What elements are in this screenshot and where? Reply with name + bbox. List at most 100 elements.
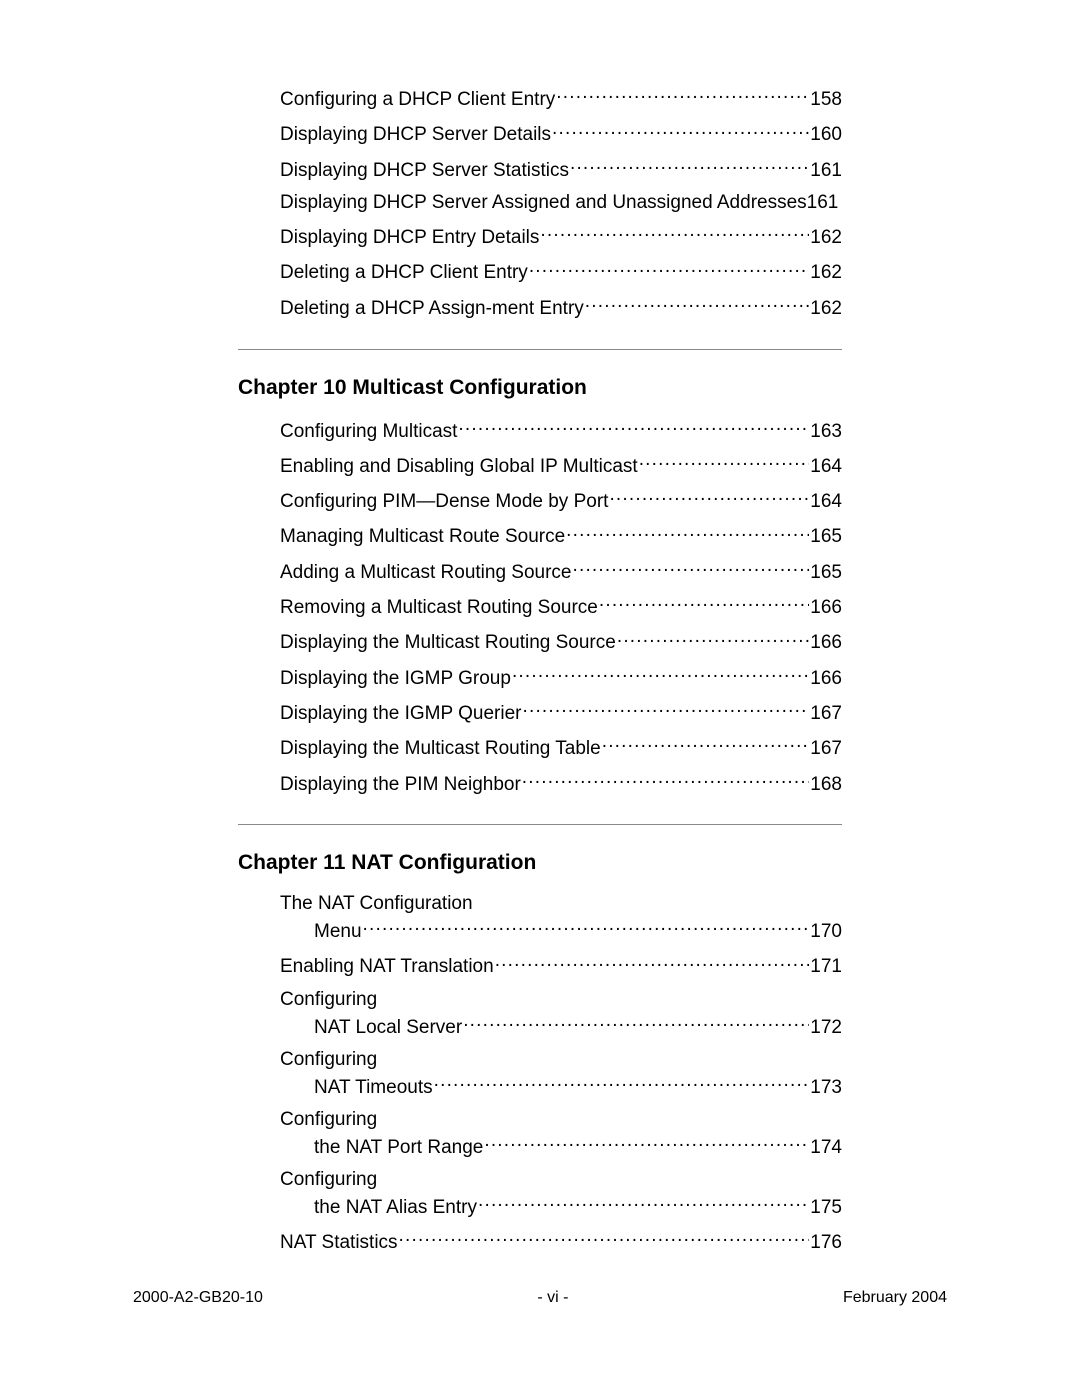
toc-label: Displaying the IGMP Querier <box>280 703 521 726</box>
toc-entry: Configuring NAT Timeouts173 <box>280 1049 842 1100</box>
toc-entry: Configuring the NAT Port Range 174 <box>280 1109 842 1160</box>
toc-label: Displaying DHCP Entry Details <box>280 227 539 250</box>
toc-page: 167 <box>810 738 842 761</box>
toc-entry: Deleting a DHCP Client Entry 162 <box>280 259 842 285</box>
toc-page: 158 <box>810 89 842 112</box>
toc-entry: NAT Statistics 176 <box>280 1229 842 1255</box>
toc-entry: Displaying DHCP Server Statistics 161 <box>280 157 842 183</box>
toc-page: 170 <box>810 921 842 944</box>
toc-entry: Configuring the NAT Alias Entry175 <box>280 1169 842 1220</box>
toc-block-ch10: Configuring Multicast 163 Enabling and Di… <box>280 418 842 797</box>
toc-entry: Configuring Multicast 163 <box>280 418 842 444</box>
toc-entry: The NAT Configuration Menu 170 <box>280 893 842 944</box>
toc-entry: Configuring NAT Local Server172 <box>280 989 842 1040</box>
toc-entry: Enabling NAT Translation 171 <box>280 953 842 979</box>
leader-dots <box>434 1074 810 1093</box>
toc-label: Configuring Multicast <box>280 421 457 444</box>
toc-label: Configuring a DHCP Client Entry <box>280 89 555 112</box>
leader-dots <box>570 157 809 176</box>
toc-label: Deleting a DHCP Assign-ment Entry <box>280 298 584 321</box>
toc-page: 172 <box>810 1017 842 1040</box>
leader-dots <box>478 1194 809 1213</box>
toc-entry: Removing a Multicast Routing Source 166 <box>280 594 842 620</box>
toc-page: 176 <box>810 1232 842 1255</box>
toc-page: 165 <box>810 562 842 585</box>
toc-entry: Displaying the PIM Neighbor 168 <box>280 771 842 797</box>
divider <box>238 824 842 825</box>
toc-page: 163 <box>810 421 842 444</box>
leader-dots <box>639 453 810 472</box>
toc-label: Configuring PIM—Dense Mode by Port <box>280 491 608 514</box>
toc-entry: Configuring PIM—Dense Mode by Port 164 <box>280 488 842 514</box>
toc-page: 173 <box>810 1077 842 1100</box>
toc-entry: Deleting a DHCP Assign-ment Entry 162 <box>280 295 842 321</box>
toc-content: Configuring a DHCP Client Entry 158 Disp… <box>238 86 842 1264</box>
toc-label: Displaying DHCP Server Assigned and Unas… <box>280 192 807 215</box>
leader-dots <box>495 953 810 972</box>
toc-label-cont: NAT Timeouts <box>314 1077 433 1100</box>
toc-page: 164 <box>810 456 842 479</box>
divider <box>238 349 842 350</box>
toc-entry: Displaying DHCP Entry Details 162 <box>280 224 842 250</box>
leader-dots <box>552 121 809 140</box>
toc-entry: Displaying the Multicast Routing Table 16… <box>280 735 842 761</box>
leader-dots <box>522 771 810 790</box>
toc-page: 161 <box>807 192 839 215</box>
toc-label-cont: the NAT Port Range <box>314 1137 483 1160</box>
toc-label-cont: NAT Local Server <box>314 1017 462 1040</box>
leader-dots <box>540 224 809 243</box>
toc-label-cont: Menu <box>314 921 362 944</box>
toc-entry: Displaying the IGMP Querier 167 <box>280 700 842 726</box>
toc-block-ch11: The NAT Configuration Menu 170 Enabling … <box>280 893 842 1255</box>
leader-dots <box>458 418 809 437</box>
toc-entry: Configuring a DHCP Client Entry 158 <box>280 86 842 112</box>
leader-dots <box>529 259 809 278</box>
leader-dots <box>484 1134 809 1153</box>
toc-page: 164 <box>810 491 842 514</box>
toc-page: 162 <box>810 262 842 285</box>
toc-label: Enabling NAT Translation <box>280 956 494 979</box>
toc-page: 166 <box>810 597 842 620</box>
toc-label: Configuring <box>280 1109 842 1132</box>
toc-page: 174 <box>810 1137 842 1160</box>
leader-dots <box>363 918 810 937</box>
toc-page: 171 <box>810 956 842 979</box>
toc-label: Displaying the Multicast Routing Source <box>280 632 616 655</box>
toc-label: Managing Multicast Route Source <box>280 526 565 549</box>
toc-label: Adding a Multicast Routing Source <box>280 562 572 585</box>
leader-dots <box>573 559 810 578</box>
leader-dots <box>602 735 810 754</box>
toc-label-cont: the NAT Alias Entry <box>314 1197 477 1220</box>
toc-page: 162 <box>810 227 842 250</box>
toc-label: Displaying the PIM Neighbor <box>280 774 521 797</box>
chapter-10-title: Chapter 10 Multicast Configuration <box>238 376 842 400</box>
toc-label: Configuring <box>280 1169 842 1192</box>
toc-entry: Displaying DHCP Server Details 160 <box>280 121 842 147</box>
toc-entry: Displaying DHCP Server Assigned and Unas… <box>280 192 842 215</box>
toc-entry: Displaying the IGMP Group 166 <box>280 665 842 691</box>
chapter-11-title: Chapter 11 NAT Configuration <box>238 851 842 875</box>
toc-page: 160 <box>810 124 842 147</box>
toc-label: Displaying the Multicast Routing Table <box>280 738 601 761</box>
toc-page: 166 <box>810 668 842 691</box>
toc-page: 168 <box>810 774 842 797</box>
toc-label: Displaying the IGMP Group <box>280 668 511 691</box>
doc-id: 2000-A2-GB20-10 <box>133 1289 263 1307</box>
page-number: - vi - <box>537 1289 568 1307</box>
leader-dots <box>599 594 809 613</box>
toc-label: The NAT Configuration <box>280 893 842 916</box>
toc-page: 167 <box>810 703 842 726</box>
toc-page: 165 <box>810 526 842 549</box>
leader-dots <box>522 700 809 719</box>
toc-page: 162 <box>810 298 842 321</box>
toc-label: Deleting a DHCP Client Entry <box>280 262 528 285</box>
toc-entry: Enabling and Disabling Global IP Multica… <box>280 453 842 479</box>
toc-label: Displaying DHCP Server Details <box>280 124 551 147</box>
toc-page: 166 <box>810 632 842 655</box>
toc-label: Removing a Multicast Routing Source <box>280 597 598 620</box>
toc-page: 161 <box>810 160 842 183</box>
leader-dots <box>399 1229 810 1248</box>
leader-dots <box>585 295 810 314</box>
toc-entry: Adding a Multicast Routing Source 165 <box>280 559 842 585</box>
page-footer: 2000-A2-GB20-10 - vi - February 2004 <box>133 1289 947 1307</box>
